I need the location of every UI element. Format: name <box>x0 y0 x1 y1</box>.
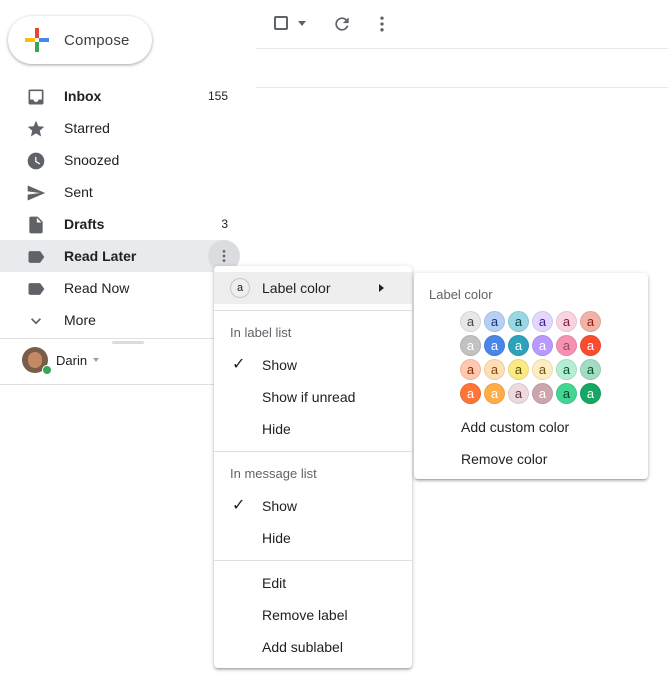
color-swatch[interactable]: a <box>484 359 505 380</box>
menu-item-add-sublabel[interactable]: Add sublabel <box>214 631 412 663</box>
more-vert-icon[interactable] <box>372 14 392 34</box>
color-swatch[interactable]: a <box>580 359 601 380</box>
menu-item-label: Show <box>262 357 298 373</box>
sidebar-item-snoozed[interactable]: Snoozed <box>0 144 240 176</box>
sidebar-item-drafts[interactable]: Drafts 3 <box>0 208 240 240</box>
menu-item-label: Hide <box>262 421 291 437</box>
sidebar-item-label: Starred <box>64 120 110 136</box>
sidebar-item-more[interactable]: More <box>0 304 240 336</box>
sidebar-item-label: Snoozed <box>64 152 120 168</box>
compose-button[interactable]: Compose <box>8 16 152 64</box>
menu-item-show-if-unread[interactable]: Show if unread <box>214 381 412 413</box>
label-color-swatch: a <box>230 278 250 298</box>
sidebar-item-read-later[interactable]: Read Later <box>0 240 240 272</box>
sidebar-item-starred[interactable]: Starred <box>0 112 240 144</box>
sidebar-item-label: Read Now <box>64 280 130 296</box>
online-status-dot <box>42 365 52 375</box>
label-icon <box>28 251 45 263</box>
sidebar-item-sent[interactable]: Sent <box>0 176 240 208</box>
clock-icon <box>27 152 45 170</box>
menu-item-label: Remove label <box>262 607 348 623</box>
color-swatch[interactable]: a <box>460 335 481 356</box>
menu-heading-message-list: In message list <box>230 466 317 481</box>
refresh-icon[interactable] <box>332 14 352 34</box>
menu-divider <box>214 310 412 311</box>
checkmark-icon: ✓ <box>232 356 246 373</box>
color-swatch[interactable]: a <box>484 311 505 332</box>
color-swatch[interactable]: a <box>508 383 529 404</box>
color-swatch[interactable]: a <box>556 359 577 380</box>
menu-item-show-in-messages[interactable]: ✓ Show <box>214 490 412 522</box>
sidebar-item-label: Sent <box>64 184 93 200</box>
plus-icon <box>25 28 49 52</box>
checkmark-icon: ✓ <box>232 497 246 514</box>
color-swatch[interactable]: a <box>532 359 553 380</box>
color-swatch[interactable]: a <box>484 383 505 404</box>
label-options-menu: a Label color In label list ✓ Show Show … <box>214 266 412 668</box>
color-swatch[interactable]: a <box>460 383 481 404</box>
unread-count: 155 <box>207 89 228 103</box>
color-swatch[interactable]: a <box>556 383 577 404</box>
caret-down-icon <box>93 358 100 362</box>
submenu-arrow-icon <box>379 284 384 292</box>
send-icon <box>27 185 46 201</box>
add-custom-color-button[interactable]: Add custom color <box>461 419 569 435</box>
sidebar-item-label: More <box>64 312 96 328</box>
color-swatch[interactable]: a <box>508 311 529 332</box>
menu-item-hide[interactable]: Hide <box>214 413 412 445</box>
toolbar-divider <box>256 48 668 49</box>
compose-label: Compose <box>64 31 130 49</box>
select-all-checkbox[interactable] <box>274 16 288 30</box>
color-swatch[interactable]: a <box>508 359 529 380</box>
color-swatch[interactable]: a <box>556 335 577 356</box>
inbox-icon <box>28 89 44 105</box>
label-color-submenu: Label color aaaaaaaaaaaaaaaaaaaaaaaa Add… <box>414 273 648 479</box>
select-caret-icon[interactable] <box>298 21 306 26</box>
menu-divider <box>214 451 412 452</box>
color-swatch[interactable]: a <box>484 335 505 356</box>
menu-item-label: Hide <box>262 530 291 546</box>
avatar <box>22 347 52 375</box>
menu-item-label: Edit <box>262 575 287 591</box>
color-swatch[interactable]: a <box>460 359 481 380</box>
color-swatch[interactable]: a <box>556 311 577 332</box>
user-name: Darin <box>56 352 88 368</box>
submenu-title: Label color <box>429 287 493 302</box>
menu-heading-label-list: In label list <box>230 325 292 340</box>
menu-item-label: Add sublabel <box>262 639 343 655</box>
unread-count: 3 <box>221 217 228 231</box>
sidebar-item-label: Inbox <box>64 88 102 104</box>
sidebar-item-label: Read Later <box>64 248 137 264</box>
remove-color-button[interactable]: Remove color <box>461 451 547 467</box>
menu-item-show[interactable]: ✓ Show <box>214 349 412 381</box>
color-swatch[interactable]: a <box>532 383 553 404</box>
color-swatch[interactable]: a <box>460 311 481 332</box>
label-icon <box>28 283 45 295</box>
star-icon <box>27 120 45 137</box>
sidebar-item-label: Drafts <box>64 216 105 232</box>
menu-item-label: Show if unread <box>262 389 356 405</box>
color-swatch[interactable]: a <box>532 311 553 332</box>
menu-item-remove-label[interactable]: Remove label <box>214 599 412 631</box>
menu-item-label-color[interactable]: a Label color <box>214 272 412 304</box>
menu-divider <box>214 560 412 561</box>
color-swatch[interactable]: a <box>532 335 553 356</box>
color-swatch[interactable]: a <box>580 311 601 332</box>
menu-item-hide-in-messages[interactable]: Hide <box>214 522 412 554</box>
resize-handle[interactable] <box>112 341 144 344</box>
color-swatch[interactable]: a <box>580 335 601 356</box>
menu-item-label: Show <box>262 498 298 514</box>
toolbar <box>256 0 668 48</box>
color-swatch[interactable]: a <box>580 383 601 404</box>
chevron-down-icon <box>31 318 41 325</box>
more-vert-icon <box>222 250 226 262</box>
sidebar-item-read-now[interactable]: Read Now <box>0 272 240 304</box>
menu-item-edit[interactable]: Edit <box>214 567 412 599</box>
draft-icon <box>29 216 43 234</box>
menu-item-label: Label color <box>262 280 331 296</box>
sidebar-item-inbox[interactable]: Inbox 155 <box>0 80 240 112</box>
color-swatch[interactable]: a <box>508 335 529 356</box>
account-switcher[interactable]: Darin <box>22 346 100 375</box>
tabs-divider <box>256 87 668 88</box>
